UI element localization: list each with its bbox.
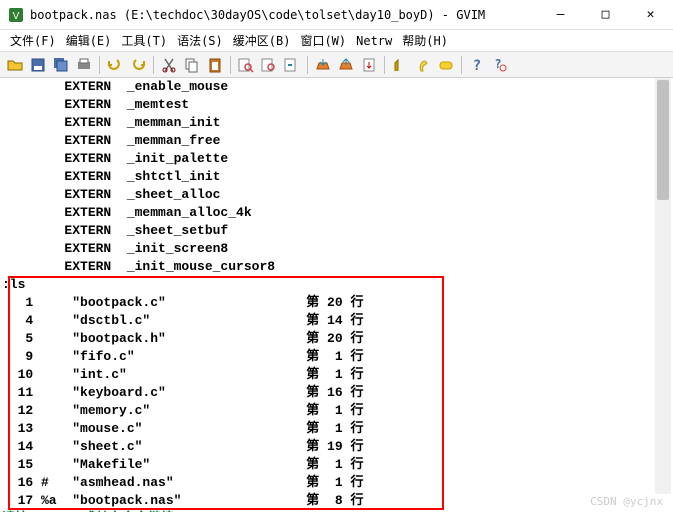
close-button[interactable]: ✕: [628, 0, 673, 29]
window-title: bootpack.nas (E:\techdoc\30dayOS\code\to…: [30, 8, 538, 22]
ls-row: 17 %a "bootpack.nas" 第 8 行: [2, 492, 671, 510]
menubar: 文件(F) 编辑(E) 工具(T) 语法(S) 缓冲区(B) 窗口(W) Net…: [0, 30, 673, 52]
ls-row: 15 "Makefile" 第 1 行: [2, 456, 671, 474]
maximize-button[interactable]: □: [583, 0, 628, 29]
cmd-line: :ls: [2, 276, 671, 294]
ls-row: 16 # "asmhead.nas" 第 1 行: [2, 474, 671, 492]
prompt-line: 请按 ENTER 或其它命令继续: [2, 510, 671, 512]
app-icon: V: [8, 7, 24, 23]
undo-icon[interactable]: [104, 54, 126, 76]
script-icon[interactable]: [358, 54, 380, 76]
scrollbar-thumb[interactable]: [657, 80, 669, 200]
ls-row: 9 "fifo.c" 第 1 行: [2, 348, 671, 366]
code-line: EXTERN _memman_alloc_4k: [2, 204, 671, 222]
titlebar: V bootpack.nas (E:\techdoc\30dayOS\code\…: [0, 0, 673, 30]
findhelp-icon[interactable]: ?: [489, 54, 511, 76]
print-icon[interactable]: [73, 54, 95, 76]
open-icon[interactable]: [4, 54, 26, 76]
make-icon[interactable]: [389, 54, 411, 76]
ls-row: 1 "bootpack.c" 第 20 行: [2, 294, 671, 312]
code-line: EXTERN _enable_mouse: [2, 78, 671, 96]
code-line: EXTERN _init_screen8: [2, 240, 671, 258]
menu-netrw[interactable]: Netrw: [352, 32, 396, 50]
ls-row: 13 "mouse.c" 第 1 行: [2, 420, 671, 438]
menu-buffer[interactable]: 缓冲区(B): [229, 30, 295, 51]
code-line: EXTERN _init_mouse_cursor8: [2, 258, 671, 276]
svg-text:?: ?: [473, 58, 481, 73]
editor-area[interactable]: EXTERN _enable_mouse EXTERN _memtest EXT…: [2, 78, 671, 512]
toolbar: ? ?: [0, 52, 673, 78]
code-line: EXTERN _sheet_alloc: [2, 186, 671, 204]
redo-icon[interactable]: [127, 54, 149, 76]
copy-icon[interactable]: [181, 54, 203, 76]
code-line: EXTERN _memman_free: [2, 132, 671, 150]
scrollbar[interactable]: [655, 78, 671, 494]
session-load-icon[interactable]: [312, 54, 334, 76]
menu-window[interactable]: 窗口(W): [296, 30, 350, 51]
ls-row: 11 "keyboard.c" 第 16 行: [2, 384, 671, 402]
menu-file[interactable]: 文件(F): [6, 30, 60, 51]
minimize-button[interactable]: —: [538, 0, 583, 29]
code-line: EXTERN _sheet_setbuf: [2, 222, 671, 240]
find-icon[interactable]: [235, 54, 257, 76]
help-icon[interactable]: ?: [466, 54, 488, 76]
menu-tool[interactable]: 工具(T): [117, 30, 171, 51]
session-save-icon[interactable]: [335, 54, 357, 76]
shell-icon[interactable]: [412, 54, 434, 76]
menu-syntax[interactable]: 语法(S): [173, 30, 227, 51]
svg-text:V: V: [13, 11, 20, 22]
code-line: EXTERN _memtest: [2, 96, 671, 114]
ls-row: 14 "sheet.c" 第 19 行: [2, 438, 671, 456]
code-line: EXTERN _memman_init: [2, 114, 671, 132]
replace-icon[interactable]: [281, 54, 303, 76]
ls-row: 4 "dsctbl.c" 第 14 行: [2, 312, 671, 330]
watermark: CSDN @ycjnx: [590, 495, 663, 508]
cut-icon[interactable]: [158, 54, 180, 76]
ls-row: 5 "bootpack.h" 第 20 行: [2, 330, 671, 348]
findnext-icon[interactable]: [258, 54, 280, 76]
code-line: EXTERN _init_palette: [2, 150, 671, 168]
ls-row: 12 "memory.c" 第 1 行: [2, 402, 671, 420]
tags-icon[interactable]: [435, 54, 457, 76]
ls-row: 10 "int.c" 第 1 行: [2, 366, 671, 384]
saveall-icon[interactable]: [50, 54, 72, 76]
menu-help[interactable]: 帮助(H): [398, 30, 452, 51]
menu-edit[interactable]: 编辑(E): [62, 30, 116, 51]
code-line: EXTERN _shtctl_init: [2, 168, 671, 186]
save-icon[interactable]: [27, 54, 49, 76]
paste-icon[interactable]: [204, 54, 226, 76]
